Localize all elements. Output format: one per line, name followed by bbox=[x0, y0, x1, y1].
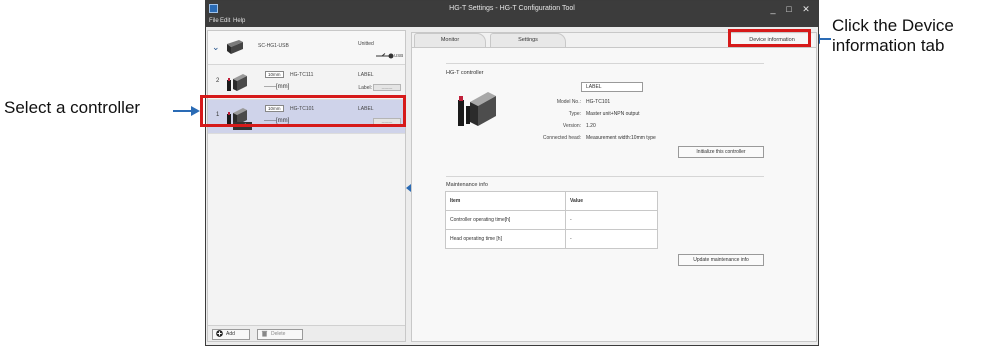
controller-model: HG-TC111 bbox=[290, 72, 314, 78]
table-row: Head operating time [h] - bbox=[445, 229, 658, 249]
tab-settings[interactable]: Settings bbox=[490, 33, 566, 47]
tutorial-figure: Select a controller Click the Device inf… bbox=[0, 0, 993, 346]
add-button-label: Add bbox=[226, 331, 235, 337]
controller-value-field: -------- bbox=[373, 84, 401, 91]
annotation-device-info-line2: information tab bbox=[832, 36, 945, 55]
close-button[interactable]: ✕ bbox=[799, 3, 813, 15]
delete-button[interactable]: Delete bbox=[257, 329, 303, 340]
communication-unit-icon bbox=[227, 40, 243, 54]
annotation-arrow-right-icon bbox=[191, 106, 200, 116]
device-status: Unitted bbox=[358, 41, 374, 47]
highlight-device-info-tab bbox=[728, 29, 811, 47]
table-cell-value: - bbox=[565, 210, 658, 230]
device-name: SC-HG1-USB bbox=[258, 43, 289, 49]
table-cell-item: Head operating time [h] bbox=[445, 229, 566, 249]
label-input[interactable]: LABEL bbox=[581, 82, 643, 92]
table-header-row: Item Value bbox=[445, 191, 658, 211]
device-row[interactable]: ⌄ SC-HG1-USB Unitted USB bbox=[208, 31, 405, 65]
version-value: 1.20 bbox=[586, 123, 596, 129]
update-maintenance-button[interactable]: Update maintenance info bbox=[678, 254, 764, 266]
chevron-down-icon[interactable]: ⌄ bbox=[212, 42, 220, 53]
menu-help[interactable]: Help bbox=[233, 18, 245, 24]
controller-product-image bbox=[458, 92, 496, 126]
annotation-arrow-left-line bbox=[173, 110, 193, 112]
highlight-selected-controller bbox=[200, 95, 406, 127]
controller-section-title: HG-T controller bbox=[446, 70, 484, 76]
table-cell-value: - bbox=[565, 229, 658, 249]
connected-head-value: Measurement width:10mm type bbox=[586, 135, 656, 141]
connected-head-key: Connected head: bbox=[542, 135, 581, 141]
type-value: Master unit+NPN output bbox=[586, 111, 640, 117]
add-button[interactable]: Add bbox=[212, 329, 250, 340]
title-bar: HG-T Settings - HG-T Configuration Tool … bbox=[206, 1, 818, 17]
controller-label: LABEL bbox=[358, 72, 374, 78]
controller-list-pane: ⌄ SC-HG1-USB Unitted USB 2 10mm HG-TC111… bbox=[207, 30, 406, 342]
type-key: Type: bbox=[568, 111, 581, 117]
annotation-arrow-right-line bbox=[819, 38, 831, 40]
label-key: Label: bbox=[358, 85, 372, 91]
maintenance-section-title: Maintenance info bbox=[446, 182, 488, 188]
app-window: HG-T Settings - HG-T Configuration Tool … bbox=[205, 0, 819, 346]
maximize-button[interactable]: □ bbox=[782, 3, 796, 15]
model-value: HG-TC101 bbox=[586, 99, 611, 105]
add-icon bbox=[216, 330, 223, 337]
tab-monitor[interactable]: Monitor bbox=[414, 33, 486, 47]
window-title: HG-T Settings - HG-T Configuration Tool bbox=[449, 5, 575, 12]
divider bbox=[446, 176, 764, 177]
usb-label: USB bbox=[394, 53, 404, 58]
controller-number: 2 bbox=[216, 78, 220, 84]
annotation-device-info: Click the Device information tab bbox=[832, 16, 954, 56]
table-row: Controller operating time[h] - bbox=[445, 210, 658, 230]
menu-file[interactable]: File bbox=[209, 18, 219, 24]
trash-icon bbox=[261, 331, 268, 337]
initialize-controller-button[interactable]: Initialize this controller bbox=[678, 146, 764, 158]
model-key: Model No.: bbox=[556, 99, 581, 105]
annotation-device-info-line1: Click the Device bbox=[832, 16, 954, 35]
divider bbox=[446, 63, 764, 64]
list-actions-bar: Add Delete bbox=[208, 325, 405, 341]
maintenance-table: Item Value Controller operating time[h] … bbox=[445, 191, 658, 249]
table-cell-item: Controller operating time[h] bbox=[445, 210, 566, 230]
usb-icon bbox=[376, 53, 394, 59]
column-header-item: Item bbox=[445, 191, 566, 211]
head-type-chip: 10mm bbox=[265, 71, 284, 78]
delete-button-label: Delete bbox=[271, 331, 286, 337]
minimize-button[interactable]: _ bbox=[766, 3, 780, 15]
version-key: Version: bbox=[562, 123, 581, 129]
annotation-select-controller: Select a controller bbox=[4, 98, 141, 117]
column-header-value: Value bbox=[565, 191, 658, 211]
menu-edit[interactable]: Edit bbox=[220, 18, 230, 24]
measurement-value: ------[mm] bbox=[264, 84, 290, 90]
controller-image bbox=[227, 74, 247, 91]
menu-bar: File Edit Help bbox=[206, 17, 818, 27]
